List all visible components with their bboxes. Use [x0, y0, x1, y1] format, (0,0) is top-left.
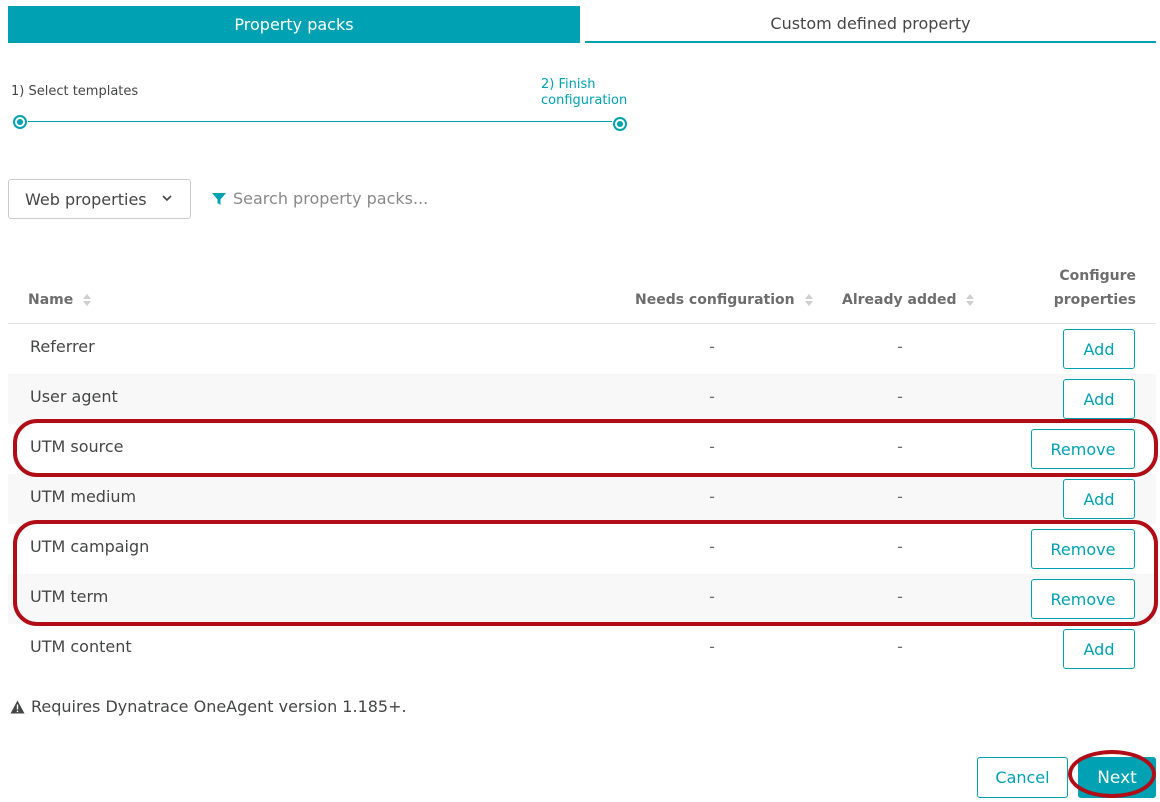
table-row: UTM source - - Remove [8, 424, 1156, 474]
stepper-progress-line [28, 121, 612, 122]
column-header-added-label: Already added [842, 292, 957, 308]
row-name: UTM campaign [30, 537, 150, 556]
version-requirement-note: Requires Dynatrace OneAgent version 1.18… [10, 697, 407, 716]
row-already-added: - [897, 637, 903, 656]
add-button[interactable]: Add [1063, 379, 1135, 419]
step-2-label-line2: configuration [541, 93, 628, 108]
step-2-label: 2) Finish configuration [541, 77, 627, 109]
row-name: UTM source [30, 437, 124, 456]
tab-custom-defined-property[interactable]: Custom defined property [585, 6, 1156, 43]
step-1-dot-icon[interactable] [13, 115, 27, 129]
row-already-added: - [897, 537, 903, 556]
column-header-name-label: Name [28, 292, 74, 308]
add-button[interactable]: Add [1063, 629, 1135, 669]
row-already-added: - [897, 587, 903, 606]
remove-button[interactable]: Remove [1031, 579, 1135, 619]
table-row: UTM medium - - Add [8, 474, 1156, 524]
tab-label: Property packs [234, 15, 354, 34]
tab-property-packs[interactable]: Property packs [8, 6, 580, 43]
row-needs-configuration: - [709, 387, 715, 406]
row-already-added: - [897, 337, 903, 356]
next-button[interactable]: Next [1078, 757, 1156, 798]
row-needs-configuration: - [709, 537, 715, 556]
remove-button[interactable]: Remove [1031, 529, 1135, 569]
row-needs-configuration: - [709, 337, 715, 356]
sort-icon [804, 294, 813, 306]
column-header-configure-properties: Configure properties [1040, 264, 1136, 312]
filter-icon [212, 192, 226, 205]
column-header-name[interactable]: Name [28, 288, 92, 312]
row-needs-configuration: - [709, 637, 715, 656]
sort-icon [83, 294, 92, 306]
column-header-config-line1: Configure [1059, 268, 1136, 284]
table-row: UTM campaign - - Remove [8, 524, 1156, 574]
column-header-already-added[interactable]: Already added [842, 288, 975, 312]
row-needs-configuration: - [709, 587, 715, 606]
cancel-button[interactable]: Cancel [977, 757, 1068, 798]
table-row: UTM content - - Add [8, 624, 1156, 674]
row-needs-configuration: - [709, 487, 715, 506]
step-2-label-line1: 2) Finish [541, 77, 596, 92]
row-already-added: - [897, 387, 903, 406]
row-name: Referrer [30, 337, 95, 356]
remove-button[interactable]: Remove [1031, 429, 1135, 469]
column-header-config-line2: properties [1053, 292, 1136, 308]
property-type-select[interactable]: Web properties [8, 179, 191, 219]
row-name: User agent [30, 387, 118, 406]
warning-icon [10, 700, 25, 713]
search-placeholder: Search property packs... [233, 189, 429, 208]
add-button[interactable]: Add [1063, 479, 1135, 519]
version-requirement-text: Requires Dynatrace OneAgent version 1.18… [31, 697, 407, 716]
table-row: Referrer - - Add [8, 324, 1156, 374]
row-name: UTM content [30, 637, 132, 656]
column-header-needs-label: Needs configuration [635, 292, 795, 308]
row-needs-configuration: - [709, 437, 715, 456]
select-value: Web properties [25, 189, 147, 209]
search-field[interactable]: Search property packs... [211, 189, 428, 208]
row-already-added: - [897, 487, 903, 506]
table-row: UTM term - - Remove [8, 574, 1156, 624]
row-name: UTM term [30, 587, 109, 606]
chevron-down-icon [162, 195, 172, 202]
table-row: User agent - - Add [8, 374, 1156, 424]
tab-label: Custom defined property [770, 14, 971, 33]
row-already-added: - [897, 437, 903, 456]
add-button[interactable]: Add [1063, 329, 1135, 369]
sort-icon [966, 294, 975, 306]
step-1-label: 1) Select templates [11, 84, 139, 99]
step-2-dot-icon[interactable] [613, 117, 627, 131]
row-name: UTM medium [30, 487, 137, 506]
column-header-needs-configuration[interactable]: Needs configuration [635, 288, 813, 312]
